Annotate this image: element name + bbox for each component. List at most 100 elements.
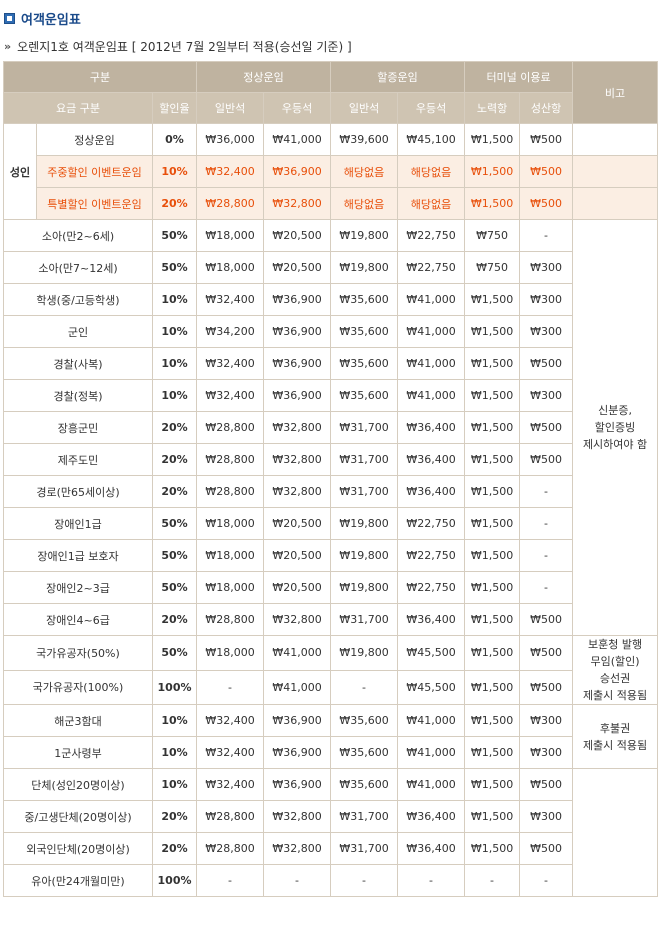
table-row: 국가유공자(100%) 100% - ₩41,000- ₩45,500 ₩1,500 ₩50… xyxy=(3,669,658,705)
header-port-2: 성산항 xyxy=(519,92,574,124)
table-row: 경찰(정복) 10% ₩32,400 ₩36,900 ₩35,600 ₩41,000 ₩1,… xyxy=(3,379,658,412)
header-holiday-fare: 할증운임 xyxy=(330,61,466,93)
header-port-1: 노력항 xyxy=(464,92,521,124)
remark-empty xyxy=(572,123,659,156)
fare-normal-general: ₩28,800 xyxy=(196,411,265,444)
fare-holiday-premium: ₩36,400 xyxy=(397,800,466,833)
remark-veterans: 보훈청 발행 무임(할인) 승선권 제출시 적용됨 xyxy=(572,635,659,705)
discount-rate: 20% xyxy=(151,411,198,444)
fare-type-label: 학생(중/고등학생) xyxy=(3,283,153,316)
header-row-1: 구분 정상운임 할증운임 터미널 이용료 비고 xyxy=(2,61,659,124)
fare-type-label: 소아(만2~6세) xyxy=(3,219,153,252)
fare-type-label: 경로(만65세이상) xyxy=(3,475,153,508)
fare-normal-general: ₩18,000 xyxy=(196,251,265,284)
fare-type-label: 해군3함대 xyxy=(3,704,153,737)
fare-holiday-premium: ₩22,750 xyxy=(397,571,466,604)
fare-holiday-premium: ₩41,000 xyxy=(397,736,466,769)
discount-rate: 0% xyxy=(151,123,198,156)
fare-holiday-premium: ₩36,400 xyxy=(397,411,466,444)
fare-holiday-premium: ₩41,000 xyxy=(397,283,466,316)
fare-type-label: 1군사령부 xyxy=(3,736,153,769)
fare-holiday-general: 해당없음 xyxy=(330,187,399,220)
fare-normal-premium: ₩20,500 xyxy=(263,219,332,252)
fare-holiday-general: ₩31,700 xyxy=(330,411,399,444)
fare-terminal-port-1: ₩1,500 xyxy=(464,704,521,737)
fare-terminal-port-1: ₩1,500 xyxy=(464,443,521,476)
fare-holiday-general: ₩35,600 xyxy=(330,704,399,737)
remark-military: 후불권 제출시 적용됨 xyxy=(572,704,659,769)
remark-empty xyxy=(572,768,659,897)
fare-type-label: 주중할인 이벤트운임 xyxy=(36,155,153,188)
discount-rate: 10% xyxy=(151,155,198,188)
fare-normal-general: ₩18,000 xyxy=(196,571,265,604)
fare-holiday-premium: ₩22,750 xyxy=(397,251,466,284)
discount-rate: 50% xyxy=(151,571,198,604)
fare-normal-general: ₩32,400 xyxy=(196,379,265,412)
fare-terminal-port-1: ₩750 xyxy=(464,219,521,252)
header-holiday-premium: 우등석 xyxy=(397,92,466,124)
header-group: 구분 xyxy=(2,61,198,93)
fare-holiday-general: ₩35,600 xyxy=(330,347,399,380)
fare-terminal-port-2: - xyxy=(519,571,574,604)
fare-type-label: 소아(만7~12세) xyxy=(3,251,153,284)
fare-normal-premium: ₩32,800 xyxy=(263,603,332,636)
discount-rate: 10% xyxy=(151,347,198,380)
fare-normal-general: ₩32,400 xyxy=(196,155,265,188)
remark-line: 신분증, xyxy=(598,404,632,417)
discount-rate: 20% xyxy=(151,443,198,476)
remark-line: 할인증빙 xyxy=(594,421,636,434)
table-row: 장흥군민 20% ₩28,800 ₩32,800 ₩31,700 ₩36,400 ₩1,50… xyxy=(3,411,658,444)
table-row: 장애인4~6급 20% ₩28,800 ₩32,800 ₩31,700 ₩36,400 ₩1… xyxy=(3,603,658,636)
fare-type-label: 국가유공자(50%) xyxy=(3,635,153,671)
discount-rate: 100% xyxy=(151,669,198,705)
fare-terminal-port-2: ₩500 xyxy=(519,187,574,220)
discount-rate: 10% xyxy=(151,704,198,737)
fare-terminal-port-2: - xyxy=(519,507,574,540)
fare-type-label: 정상운임 xyxy=(36,123,153,156)
fare-normal-general: ₩28,800 xyxy=(196,187,265,220)
fare-holiday-general: ₩31,700 xyxy=(330,800,399,833)
fare-holiday-general: ₩39,600 xyxy=(330,123,399,156)
fare-terminal-port-1: ₩1,500 xyxy=(464,347,521,380)
discount-rate: 20% xyxy=(151,800,198,833)
fare-normal-premium: ₩32,800 xyxy=(263,187,332,220)
title-bullet-icon xyxy=(4,12,15,24)
fare-terminal-port-1: ₩1,500 xyxy=(464,571,521,604)
fare-normal-premium: ₩36,900 xyxy=(263,768,332,801)
fare-type-label: 장애인1급 xyxy=(3,507,153,540)
discount-rate: 10% xyxy=(151,736,198,769)
discount-rate: 50% xyxy=(151,539,198,572)
fare-type-label: 제주도민 xyxy=(3,443,153,476)
fare-holiday-general: ₩19,800 xyxy=(330,539,399,572)
fare-holiday-premium: 해당없음 xyxy=(397,155,466,188)
fare-terminal-port-1: ₩1,500 xyxy=(464,832,521,865)
fare-holiday-premium: ₩22,750 xyxy=(397,507,466,540)
fare-holiday-general: ₩31,700 xyxy=(330,603,399,636)
discount-rate: 10% xyxy=(151,768,198,801)
table-row: 소아(만7~12세) 50% ₩18,000 ₩20,500 ₩19,800 ₩22,75… xyxy=(3,251,658,284)
fare-holiday-general: ₩35,600 xyxy=(330,379,399,412)
fare-type-label: 국가유공자(100%) xyxy=(3,669,153,705)
fare-terminal-port-1: ₩750 xyxy=(464,251,521,284)
fare-normal-premium: ₩36,900 xyxy=(263,704,332,737)
page-subtitle-text: 오렌지1호 여객운임표 [ 2012년 7월 2일부터 적용(승선일 기준) ] xyxy=(17,39,352,54)
table-row: 외국인단체(20명이상) 20% ₩28,800 ₩32,800 ₩31,700 ₩36,… xyxy=(3,832,658,865)
table-row: 1군사령부 10% ₩32,400 ₩36,900 ₩35,600 ₩41,000 ₩1,5… xyxy=(3,736,658,769)
table-row: 주중할인 이벤트운임 10% ₩32,400 ₩36,900 해당없음 해당없음 ₩1,50… xyxy=(4,155,659,188)
fare-holiday-premium: ₩22,750 xyxy=(397,219,466,252)
fare-normal-premium: ₩20,500 xyxy=(263,251,332,284)
fare-normal-premium: ₩32,800 xyxy=(263,832,332,865)
header-remarks: 비고 xyxy=(572,61,659,124)
remark-empty xyxy=(572,155,659,188)
fare-terminal-port-1: ₩1,500 xyxy=(464,123,521,156)
fare-terminal-port-1: ₩1,500 xyxy=(464,283,521,316)
remark-line: 무임(할인) xyxy=(590,655,640,668)
fare-normal-premium: ₩36,900 xyxy=(263,155,332,188)
fare-holiday-general: ₩19,800 xyxy=(330,219,399,252)
fare-normal-premium: ₩20,500 xyxy=(263,507,332,540)
fare-terminal-port-2: ₩500 xyxy=(519,443,574,476)
fare-holiday-general: ₩31,700 xyxy=(330,475,399,508)
fare-holiday-premium: ₩36,400 xyxy=(397,475,466,508)
table-row: 특별할인 이벤트운임 20% ₩28,800 ₩32,800 해당없음 해당없음 ₩1,50… xyxy=(4,187,659,220)
fare-terminal-port-2: ₩300 xyxy=(519,283,574,316)
